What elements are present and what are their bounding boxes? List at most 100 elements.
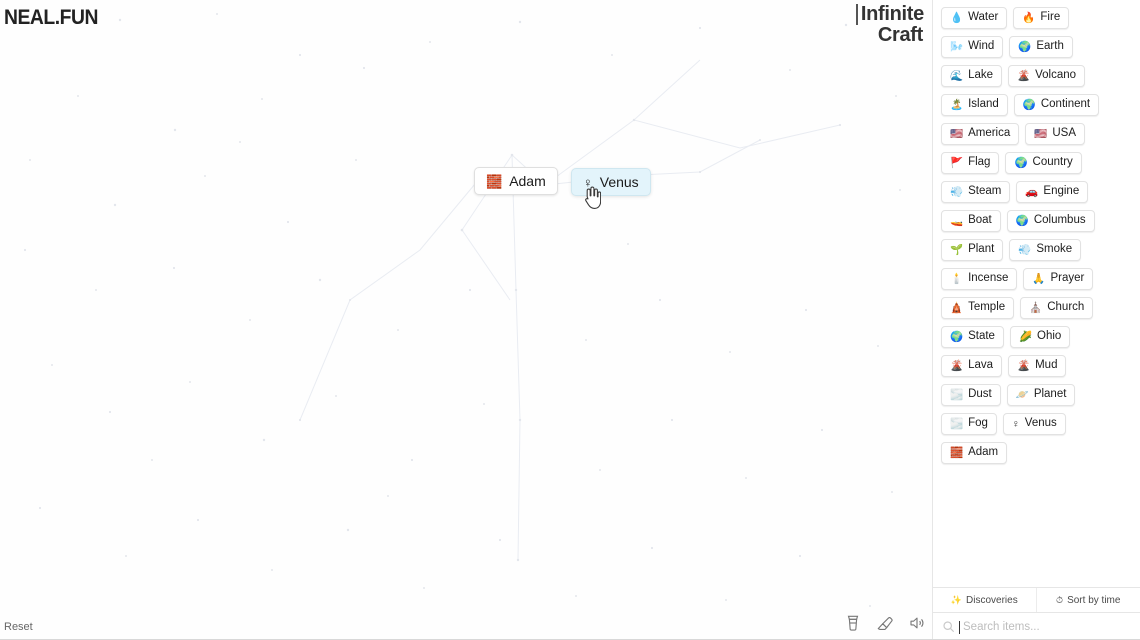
sidebar-item-label: Venus <box>1024 417 1057 430</box>
venus-emoji-icon: ♀ <box>583 174 593 190</box>
sidebar-item-prayer[interactable]: 🙏 Prayer <box>1023 268 1094 290</box>
sidebar-item-lake[interactable]: 🌊 Lake <box>941 65 1003 87</box>
sidebar-item-columbus[interactable]: 🌍 Columbus <box>1006 210 1095 232</box>
sidebar-item-country[interactable]: 🌍 Country <box>1005 152 1082 174</box>
fog-emoji-icon: 🌫️ <box>950 417 964 430</box>
sidebar-item-boat[interactable]: 🚤 Boat <box>941 210 1001 232</box>
island-emoji-icon: 🏝️ <box>950 98 964 111</box>
sidebar-item-label: Adam <box>968 446 999 459</box>
temple-emoji-icon: 🛕 <box>950 301 964 314</box>
page-title: Infinite Craft <box>855 4 924 46</box>
sidebar-item-planet[interactable]: 🪐 Planet <box>1006 384 1076 406</box>
prayer-emoji-icon: 🙏 <box>1032 272 1046 285</box>
sidebar-item-label: Island <box>968 98 999 111</box>
sidebar-item-label: America <box>968 127 1011 140</box>
mud-emoji-icon: 🌋 <box>1017 359 1031 372</box>
sidebar-item-label: Volcano <box>1035 69 1077 82</box>
items-sidebar: 💧 Water 🔥 Fire 🌬️ Wind 🌍 Earth 🌊 Lake 🌋 Volcano 🏝️ Is… <box>932 0 1140 640</box>
sidebar-item-steam[interactable]: 💨 Steam <box>941 181 1011 203</box>
sidebar-item-incense[interactable]: 🕯️ Incense <box>941 268 1018 290</box>
page-title-line2: Craft <box>877 23 923 46</box>
sidebar-item-earth[interactable]: 🌍 Earth <box>1009 36 1073 58</box>
sidebar-item-ohio[interactable]: 🌽 Ohio <box>1009 326 1071 348</box>
smoke-emoji-icon: 💨 <box>1018 243 1032 256</box>
sidebar-item-label: Lava <box>968 359 994 372</box>
sidebar-item-fog[interactable]: 🌫️ Fog <box>941 413 997 435</box>
sound-icon[interactable] <box>908 614 926 632</box>
sidebar-item-label: Church <box>1047 301 1085 314</box>
canvas-item-adam[interactable]: 🧱 Adam <box>474 167 558 195</box>
continent-emoji-icon: 🌍 <box>1022 98 1036 111</box>
sidebar-item-venus[interactable]: ♀ Venus <box>1002 413 1066 435</box>
sidebar-item-adam[interactable]: 🧱 Adam <box>941 442 1008 464</box>
sidebar-item-usa[interactable]: 🇺🇸 USA <box>1025 123 1085 145</box>
sidebar-item-plant[interactable]: 🌱 Plant <box>941 239 1004 261</box>
sidebar-item-continent[interactable]: 🌍 Continent <box>1013 94 1100 116</box>
sidebar-item-america[interactable]: 🇺🇸 America <box>941 123 1020 145</box>
sidebar-item-water[interactable]: 💧 Water <box>941 7 1008 29</box>
sidebar-item-label: Smoke <box>1036 243 1073 256</box>
sidebar-item-smoke[interactable]: 💨 Smoke <box>1009 239 1082 261</box>
plant-emoji-icon: 🌱 <box>950 243 964 256</box>
crafting-canvas[interactable]: NEAL.FUN Infinite Craft 🧱 Adam ♀ Venus R… <box>0 0 932 640</box>
coffee-icon[interactable] <box>844 614 862 632</box>
sidebar-item-church[interactable]: ⛪ Church <box>1020 297 1094 319</box>
tab-sort-by-time[interactable]: ⏱ Sort by time <box>1037 588 1140 612</box>
columbus-emoji-icon: 🌍 <box>1015 214 1029 227</box>
sidebar-item-label: Lake <box>968 69 994 82</box>
infinite-craft-app: NEAL.FUN Infinite Craft 🧱 Adam ♀ Venus R… <box>0 0 1140 640</box>
canvas-item-label: Venus <box>599 174 639 190</box>
state-emoji-icon: 🌍 <box>950 330 964 343</box>
tab-discoveries-label: Discoveries <box>966 594 1018 606</box>
water-emoji-icon: 💧 <box>950 11 964 24</box>
starfield-background <box>23 13 901 607</box>
incense-emoji-icon: 🕯️ <box>950 272 964 285</box>
lake-emoji-icon: 🌊 <box>950 69 964 82</box>
sidebar-item-fire[interactable]: 🔥 Fire <box>1013 7 1070 29</box>
wind-emoji-icon: 🌬️ <box>950 40 964 53</box>
sidebar-item-dust[interactable]: 🌫️ Dust <box>941 384 1001 406</box>
sidebar-item-label: Continent <box>1040 98 1091 111</box>
volcano-emoji-icon: 🌋 <box>1017 69 1031 82</box>
country-emoji-icon: 🌍 <box>1014 156 1028 169</box>
sidebar-item-mud[interactable]: 🌋 Mud <box>1008 355 1067 377</box>
flag-emoji-icon: 🚩 <box>950 156 964 169</box>
sidebar-item-temple[interactable]: 🛕 Temple <box>941 297 1015 319</box>
planet-emoji-icon: 🪐 <box>1015 388 1029 401</box>
steam-emoji-icon: 💨 <box>950 185 964 198</box>
search-bar[interactable] <box>933 612 1140 640</box>
canvas-bottom-toolbar <box>844 614 926 632</box>
sidebar-item-label: Fire <box>1040 11 1061 24</box>
sidebar-item-label: Temple <box>968 301 1006 314</box>
dust-emoji-icon: 🌫️ <box>950 388 964 401</box>
search-input[interactable] <box>961 619 1131 634</box>
tab-sort-label: Sort by time <box>1067 594 1121 606</box>
sidebar-item-flag[interactable]: 🚩 Flag <box>941 152 1000 174</box>
venus-emoji-icon: ♀ <box>1011 417 1020 430</box>
boat-emoji-icon: 🚤 <box>950 214 964 227</box>
sidebar-item-label: Columbus <box>1033 214 1086 227</box>
eraser-icon[interactable] <box>876 614 894 632</box>
engine-emoji-icon: 🚗 <box>1025 185 1039 198</box>
sidebar-item-state[interactable]: 🌍 State <box>941 326 1004 348</box>
sidebar-item-volcano[interactable]: 🌋 Volcano <box>1008 65 1086 87</box>
canvas-item-venus[interactable]: ♀ Venus <box>571 168 651 196</box>
church-emoji-icon: ⛪ <box>1029 301 1043 314</box>
sidebar-footer: ✨ Discoveries ⏱ Sort by time <box>933 587 1140 640</box>
page-title-line1: Infinite <box>855 4 924 25</box>
sidebar-item-engine[interactable]: 🚗 Engine <box>1016 181 1089 203</box>
usa-emoji-icon: 🇺🇸 <box>1034 127 1048 140</box>
sidebar-item-island[interactable]: 🏝️ Island <box>941 94 1008 116</box>
lava-emoji-icon: 🌋 <box>950 359 964 372</box>
sidebar-item-wind[interactable]: 🌬️ Wind <box>941 36 1004 58</box>
neal-fun-logo[interactable]: NEAL.FUN <box>4 6 98 30</box>
sidebar-item-label: Steam <box>968 185 1002 198</box>
reset-button[interactable]: Reset <box>4 621 33 633</box>
tab-discoveries[interactable]: ✨ Discoveries <box>933 588 1037 612</box>
sidebar-item-label: Country <box>1032 156 1073 169</box>
items-list[interactable]: 💧 Water 🔥 Fire 🌬️ Wind 🌍 Earth 🌊 Lake 🌋 Volcano 🏝️ Is… <box>933 0 1140 587</box>
ohio-emoji-icon: 🌽 <box>1018 330 1033 343</box>
earth-emoji-icon: 🌍 <box>1018 40 1032 53</box>
sidebar-item-label: Plant <box>968 243 995 256</box>
sidebar-item-lava[interactable]: 🌋 Lava <box>941 355 1003 377</box>
